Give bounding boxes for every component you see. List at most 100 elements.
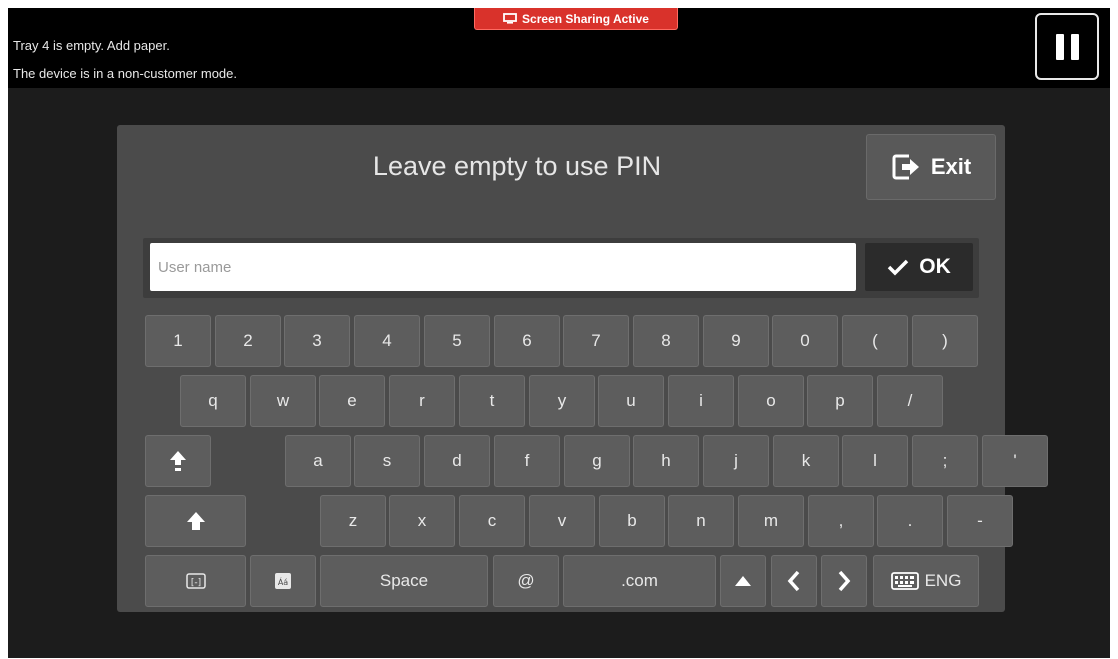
key-label: i: [699, 391, 703, 410]
key-t[interactable]: t: [459, 375, 525, 427]
key-label: ,: [838, 511, 844, 530]
key-label: x: [417, 511, 427, 530]
key-label: q: [208, 391, 218, 410]
key-l[interactable]: l: [842, 435, 908, 487]
key-e[interactable]: e: [319, 375, 385, 427]
key-([interactable]: (: [842, 315, 908, 367]
key-z[interactable]: z: [320, 495, 386, 547]
key-label: t: [489, 391, 495, 410]
at-key[interactable]: @: [493, 555, 559, 607]
ok-label: OK: [919, 255, 951, 278]
key-label: (: [872, 331, 878, 350]
key-;[interactable]: ;: [912, 435, 978, 487]
key-0[interactable]: 0: [772, 315, 838, 367]
key-m[interactable]: m: [738, 495, 804, 547]
key-q[interactable]: q: [180, 375, 246, 427]
check-icon: [887, 258, 909, 276]
key-2[interactable]: 2: [215, 315, 281, 367]
key-f[interactable]: f: [494, 435, 560, 487]
key-6[interactable]: 6: [494, 315, 560, 367]
key-7[interactable]: 7: [563, 315, 629, 367]
key-v[interactable]: v: [529, 495, 595, 547]
key-label: k: [801, 451, 811, 470]
screen-share-icon: [503, 13, 517, 24]
key-'[interactable]: ': [982, 435, 1048, 487]
dotcom-key[interactable]: .com: [563, 555, 716, 607]
key-1[interactable]: 1: [145, 315, 211, 367]
key-a[interactable]: a: [285, 435, 351, 487]
chevron-left-icon: [787, 570, 801, 592]
key-g[interactable]: g: [564, 435, 630, 487]
keyboard-icon: [890, 572, 919, 590]
key-j[interactable]: j: [703, 435, 769, 487]
key-s[interactable]: s: [354, 435, 420, 487]
username-row: OK: [143, 238, 979, 298]
key-label: Space: [379, 571, 429, 590]
key-)[interactable]: ): [912, 315, 978, 367]
key-8[interactable]: 8: [633, 315, 699, 367]
device-screen: Screen Sharing Active Tray 4 is empty. A…: [8, 8, 1110, 658]
key-u[interactable]: u: [598, 375, 664, 427]
key-label: 4: [382, 331, 392, 350]
key-h[interactable]: h: [633, 435, 699, 487]
key-label: /: [907, 391, 913, 410]
pause-button[interactable]: [1035, 13, 1099, 80]
status-message-tray: Tray 4 is empty. Add paper.: [13, 38, 170, 53]
key-w[interactable]: w: [250, 375, 316, 427]
cursor-right-key[interactable]: [821, 555, 867, 607]
key-b[interactable]: b: [599, 495, 665, 547]
key-label: ): [942, 331, 948, 350]
key-x[interactable]: x: [389, 495, 455, 547]
key-r[interactable]: r: [389, 375, 455, 427]
key-label: n: [696, 511, 706, 530]
language-key[interactable]: ENG: [873, 555, 979, 607]
svg-text:[-]: [-]: [190, 578, 200, 588]
exit-button[interactable]: Exit: [866, 134, 996, 200]
screen-sharing-label: Screen Sharing Active: [522, 11, 649, 26]
key-5[interactable]: 5: [424, 315, 490, 367]
exit-label: Exit: [930, 154, 972, 179]
key-label: a: [313, 451, 323, 470]
key-label: c: [487, 511, 497, 530]
key-label: ': [1013, 451, 1017, 470]
bracket-key[interactable]: [-]: [145, 555, 246, 607]
key-p[interactable]: p: [807, 375, 873, 427]
status-message-mode: The device is in a non-customer mode.: [13, 66, 237, 81]
svg-text:Áá: Áá: [278, 576, 288, 587]
username-input[interactable]: [150, 243, 856, 291]
key-c[interactable]: c: [459, 495, 525, 547]
key-label: w: [276, 391, 290, 410]
key-9[interactable]: 9: [703, 315, 769, 367]
key-label: 8: [661, 331, 671, 350]
key-label: 2: [243, 331, 253, 350]
key-n[interactable]: n: [668, 495, 734, 547]
key-i[interactable]: i: [668, 375, 734, 427]
space-key[interactable]: Space: [320, 555, 488, 607]
key-.[interactable]: .: [877, 495, 943, 547]
key-o[interactable]: o: [738, 375, 804, 427]
key-label: 7: [591, 331, 601, 350]
accent-key[interactable]: Áá: [250, 555, 316, 607]
caps-lock-key[interactable]: [145, 435, 211, 487]
key-,[interactable]: ,: [808, 495, 874, 547]
key-label: 9: [731, 331, 741, 350]
key-label: g: [592, 451, 602, 470]
key--[interactable]: -: [947, 495, 1013, 547]
key-label: 1: [173, 331, 183, 350]
key-label: .: [907, 511, 913, 530]
key-label: d: [452, 451, 462, 470]
key-3[interactable]: 3: [284, 315, 350, 367]
ok-button[interactable]: OK: [865, 243, 973, 291]
key-y[interactable]: y: [529, 375, 595, 427]
key-label: f: [524, 451, 530, 470]
key-/[interactable]: /: [877, 375, 943, 427]
scroll-up-key[interactable]: [720, 555, 766, 607]
key-label: -: [977, 511, 983, 530]
shift-key[interactable]: [145, 495, 246, 547]
key-k[interactable]: k: [773, 435, 839, 487]
cursor-left-key[interactable]: [771, 555, 817, 607]
key-d[interactable]: d: [424, 435, 490, 487]
key-label: 0: [800, 331, 810, 350]
key-label: m: [763, 511, 779, 530]
key-4[interactable]: 4: [354, 315, 420, 367]
